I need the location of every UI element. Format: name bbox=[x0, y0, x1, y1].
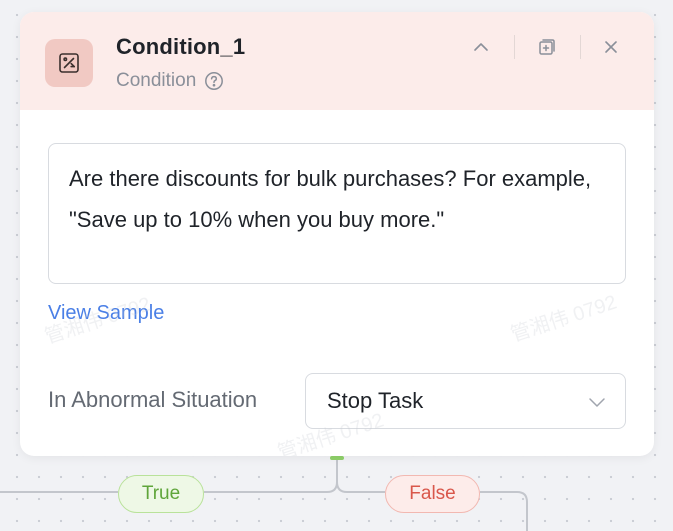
header-divider bbox=[580, 35, 581, 59]
chevron-up-icon bbox=[474, 43, 488, 51]
header-divider bbox=[514, 35, 515, 59]
copy-add-icon bbox=[539, 39, 555, 55]
node-output-handle[interactable] bbox=[330, 456, 344, 460]
watermark: 管湘伟 0792 bbox=[508, 291, 620, 347]
close-icon bbox=[605, 41, 617, 53]
select-value: Stop Task bbox=[327, 388, 424, 413]
abnormal-situation-label: In Abnormal Situation bbox=[48, 387, 258, 412]
close-button[interactable] bbox=[596, 32, 626, 62]
node-header: Condition_1 Condition bbox=[20, 12, 654, 110]
duplicate-button[interactable] bbox=[532, 32, 562, 62]
false-branch-label[interactable]: False bbox=[385, 475, 480, 513]
percent-discount-icon bbox=[45, 39, 93, 87]
condition-node-card[interactable]: Condition_1 Condition Are there discount… bbox=[20, 12, 654, 456]
collapse-button[interactable] bbox=[466, 32, 496, 62]
view-sample-link[interactable]: View Sample bbox=[48, 302, 164, 325]
abnormal-situation-select[interactable]: Stop Task bbox=[305, 373, 626, 429]
condition-text-field[interactable]: Are there discounts for bulk purchases? … bbox=[48, 143, 626, 284]
node-type-label: Condition bbox=[116, 70, 197, 91]
chevron-down-icon bbox=[589, 398, 605, 407]
node-title: Condition_1 bbox=[116, 34, 246, 59]
question-circle-icon[interactable] bbox=[204, 71, 224, 91]
true-branch-label[interactable]: True bbox=[118, 475, 204, 513]
node-type-row: Condition bbox=[116, 70, 224, 92]
